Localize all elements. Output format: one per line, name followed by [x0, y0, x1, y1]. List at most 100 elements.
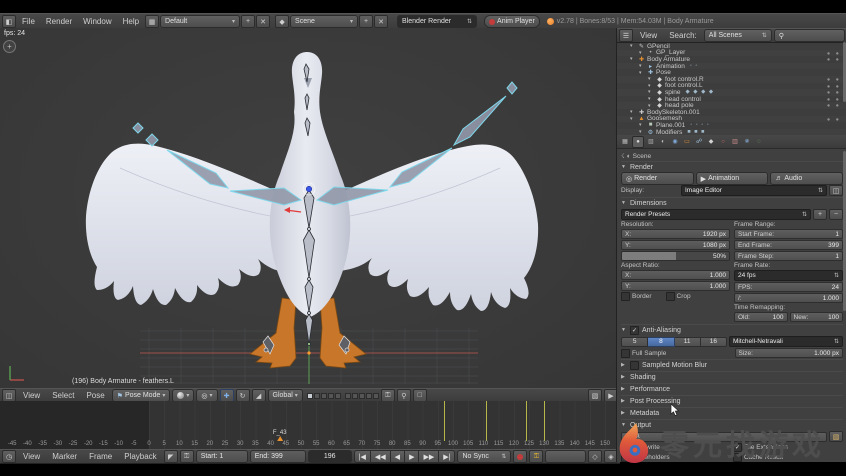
display-options-icon[interactable]: ◫ [829, 185, 843, 196]
layer-toggles-2[interactable] [345, 393, 379, 399]
render-button[interactable]: ◎Render [621, 172, 694, 185]
tab-texture[interactable]: ▥ [730, 137, 740, 147]
crop-checkbox[interactable] [666, 292, 675, 301]
next-keyframe-button[interactable]: ▶▶ [419, 450, 439, 463]
render-animation-button[interactable]: ▶Animation [696, 172, 769, 185]
aa-samples-11[interactable]: 11 [675, 337, 701, 347]
border-checkbox[interactable] [621, 292, 630, 301]
outliner-menu-search[interactable]: Search: [664, 31, 702, 40]
prev-keyframe-button[interactable]: ◀◀ [371, 450, 391, 463]
expand-icon[interactable]: ▾ [639, 63, 645, 69]
outliner-row[interactable]: ▾ ✚ Pose [617, 69, 846, 76]
outliner-search-input[interactable]: ⚲ [774, 29, 845, 42]
expand-icon[interactable]: ▾ [630, 56, 636, 62]
menu-window[interactable]: Window [78, 17, 116, 26]
render-audio-button[interactable]: ♬Audio [770, 172, 843, 185]
render-engine-selector[interactable]: Blender Render⇅ [397, 15, 477, 28]
expand-icon[interactable]: ▾ [639, 122, 645, 128]
layer-toggles[interactable] [307, 393, 341, 399]
tab-render[interactable]: ● [632, 136, 644, 148]
expand-icon[interactable]: ▾ [648, 89, 654, 95]
tab-particles[interactable]: ✵ [742, 137, 752, 147]
collapsed-section-header[interactable]: ▶ Metadata [621, 407, 843, 418]
resolution-y-field[interactable]: Y:1080 px [621, 240, 730, 250]
frame-rate-selector[interactable]: 24 fps⇅ [734, 270, 843, 281]
scene-browse-icon[interactable]: ◆ [275, 15, 289, 28]
aa-samples-8[interactable]: 8 [648, 337, 674, 347]
timeline-menu-playback[interactable]: Playback [119, 452, 161, 461]
tab-material[interactable]: ○ [718, 137, 728, 147]
aa-samples-16[interactable]: 16 [701, 337, 727, 347]
tab-constraints[interactable]: ☍ [694, 137, 704, 147]
anti-aliasing-section-header[interactable]: ▼ Anti-Aliasing [621, 324, 843, 335]
timeline-menu-frame[interactable]: Frame [84, 452, 117, 461]
aa-filter-selector[interactable]: Mitchell-Netravali⇅ [729, 336, 843, 347]
expand-icon[interactable]: ▾ [648, 83, 654, 89]
lock-range-icon[interactable]: ⚿ [180, 450, 194, 463]
pin-icon[interactable]: ☇ [621, 152, 625, 160]
editor-type-info-icon[interactable]: ◧ [2, 15, 16, 28]
resolution-x-field[interactable]: X:1920 px [621, 229, 730, 239]
tab-scene[interactable]: ◐ [658, 137, 668, 147]
render-section-header[interactable]: ▼Render [621, 161, 843, 172]
aa-size-field[interactable]: Size:1.000 px [735, 348, 844, 358]
tab-world[interactable]: ◉ [670, 137, 680, 147]
auto-keyframe-record-icon[interactable] [513, 450, 527, 463]
remap-old-field[interactable]: Old:100 [734, 312, 788, 322]
start-frame-prop-field[interactable]: Start Frame:1 [734, 229, 843, 239]
outliner-row[interactable]: ▾ ✎ GPencil [617, 43, 846, 50]
aspect-x-field[interactable]: X:1.000 [621, 270, 730, 280]
anim-player-button[interactable]: Anim Player [484, 15, 540, 28]
display-selector[interactable]: Image Editor⇅ [681, 185, 827, 196]
remove-preset-button[interactable]: − [829, 209, 843, 220]
keying-set-icon[interactable]: ⚿ [529, 450, 543, 463]
editor-type-properties-icon[interactable]: ▦ [620, 137, 630, 147]
outliner-menu-view[interactable]: View [635, 31, 662, 40]
viewport-menu-pose[interactable]: Pose [81, 391, 109, 400]
delete-layout-button[interactable]: ✕ [256, 15, 270, 28]
outliner-row[interactable]: ▾ ▲ Goosemesh ● ● [617, 116, 846, 123]
add-layout-button[interactable]: + [241, 15, 255, 28]
outliner-row[interactable]: ▾ ◆ spine ◆ ◆ ◆ ◆ ● ● [617, 89, 846, 96]
timeline-marker[interactable]: F_43 [273, 430, 287, 441]
tab-object[interactable]: ▭ [682, 137, 692, 147]
tab-render-layers[interactable]: ▧ [646, 137, 656, 147]
end-frame-prop-field[interactable]: End Frame:399 [734, 240, 843, 250]
fps-base-field[interactable]: /:1.000 [734, 293, 843, 303]
collapsed-section-header[interactable]: ▶ Shading [621, 371, 843, 382]
render-presets-selector[interactable]: Render Presets⇅ [621, 209, 811, 220]
section-checkbox[interactable] [630, 361, 639, 370]
collapsed-section-header[interactable]: ▶ Post Processing [621, 395, 843, 406]
outliner-row[interactable]: ▾ ◆ head control ● ● [617, 96, 846, 103]
aa-samples-5[interactable]: 5 [621, 337, 648, 347]
viewport-menu-view[interactable]: View [18, 391, 45, 400]
start-frame-field[interactable]: Start:1 [196, 450, 248, 463]
expand-icon[interactable]: ▾ [648, 76, 654, 82]
expand-icon[interactable]: ▾ [639, 50, 645, 56]
menu-help[interactable]: Help [118, 17, 144, 26]
3d-viewport[interactable]: fps: 24 + (196) Body Armature - feathers… [0, 28, 616, 388]
editor-type-timeline-icon[interactable]: ◷ [2, 450, 16, 463]
menu-file[interactable]: File [17, 17, 40, 26]
outliner-scope-selector[interactable]: All Scenes⇅ [704, 29, 772, 42]
add-scene-button[interactable]: + [359, 15, 373, 28]
fps-field[interactable]: FPS:24 [734, 282, 843, 292]
delete-scene-button[interactable]: ✕ [374, 15, 388, 28]
resolution-percentage-slider[interactable]: 50% [621, 251, 730, 261]
scene-selector[interactable]: Scene▾ [290, 15, 358, 28]
keying-set-field[interactable] [545, 450, 586, 463]
viewport-menu-select[interactable]: Select [47, 391, 79, 400]
expand-icon[interactable]: ▾ [648, 103, 654, 109]
current-frame-field[interactable]: 196 [308, 450, 352, 463]
editor-type-outliner-icon[interactable]: ☰ [619, 29, 633, 42]
play-reverse-button[interactable]: ◀ [391, 450, 405, 463]
add-preset-button[interactable]: + [813, 209, 827, 220]
expand-icon[interactable]: ▾ [630, 109, 636, 115]
menu-render[interactable]: Render [41, 17, 77, 26]
toolshelf-expand-icon[interactable]: + [3, 40, 16, 53]
insert-keyframe-icon[interactable]: ◇ [588, 450, 602, 463]
play-button[interactable]: ▶ [405, 450, 419, 463]
dimensions-section-header[interactable]: ▼Dimensions [621, 197, 843, 208]
outliner-row[interactable]: ▾ ◆ foot control.L ● ● [617, 83, 846, 90]
collapsed-section-header[interactable]: ▶ Sampled Motion Blur [621, 359, 843, 370]
